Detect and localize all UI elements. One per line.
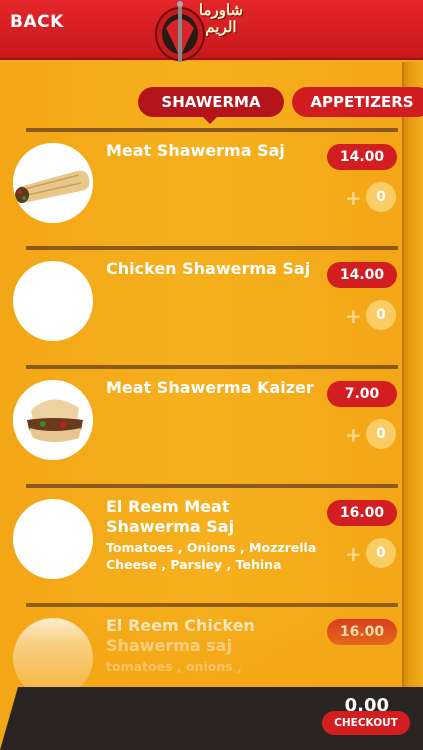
tab-appetizers[interactable]: APPETIZERS: [292, 87, 423, 117]
item-name: El Reem Meat Shawerma Saj: [106, 497, 235, 536]
logo-text: شاورما الريم: [198, 1, 244, 36]
item-price: 14.00: [327, 144, 397, 170]
plus-icon[interactable]: +: [345, 425, 362, 445]
item-quantity[interactable]: 0: [366, 419, 396, 449]
item-name: El Reem Chicken Shawerma saj: [106, 616, 255, 655]
menu-item[interactable]: El Reem Meat Shawerma Saj Tomatoes , Oni…: [0, 484, 402, 602]
tab-shawerma[interactable]: SHAWERMA: [138, 87, 284, 117]
item-divider: [26, 246, 398, 250]
menu-item[interactable]: Meat Shawerma Saj 14.00 + 0: [0, 128, 402, 246]
item-description: tomatoes , onions ,: [106, 659, 242, 674]
plus-icon[interactable]: +: [345, 306, 362, 326]
item-image: [13, 143, 93, 223]
item-image: [13, 499, 93, 579]
item-divider: [26, 365, 398, 369]
active-tab-pointer: [203, 117, 217, 124]
item-image: [13, 380, 93, 460]
item-quantity[interactable]: 0: [366, 182, 396, 212]
item-name: Chicken Shawerma Saj: [106, 259, 311, 278]
checkout-button[interactable]: CHECKOUT: [322, 711, 410, 735]
item-divider: [26, 603, 398, 607]
header-bar: BACK شاورما الريم: [0, 0, 423, 62]
scroll-edge: [402, 62, 423, 750]
item-price: 14.00: [327, 262, 397, 288]
item-description: Tomatoes , Onions , Mozzrella Cheese , P…: [106, 540, 317, 572]
kaizer-bun-icon: [13, 380, 93, 460]
restaurant-logo: شاورما الريم: [152, 0, 252, 70]
item-divider: [26, 128, 398, 132]
plus-icon[interactable]: +: [345, 544, 362, 564]
back-button[interactable]: BACK: [10, 12, 64, 32]
item-quantity[interactable]: 0: [366, 300, 396, 330]
menu-item[interactable]: Chicken Shawerma Saj 14.00 + 0: [0, 246, 402, 364]
item-divider: [26, 484, 398, 488]
cart-footer: 0.00 CHECKOUT: [0, 687, 423, 750]
item-price: 16.00: [327, 619, 397, 645]
item-price: 16.00: [327, 500, 397, 526]
item-image: [13, 261, 93, 341]
shawerma-wrap-icon: [13, 143, 93, 223]
item-image: [13, 618, 93, 698]
item-name: Meat Shawerma Kaizer: [106, 378, 314, 397]
plus-icon[interactable]: +: [345, 188, 362, 208]
item-price: 7.00: [327, 381, 397, 407]
item-name: Meat Shawerma Saj: [106, 141, 285, 160]
item-quantity[interactable]: 0: [366, 538, 396, 568]
menu-item[interactable]: Meat Shawerma Kaizer 7.00 + 0: [0, 365, 402, 483]
